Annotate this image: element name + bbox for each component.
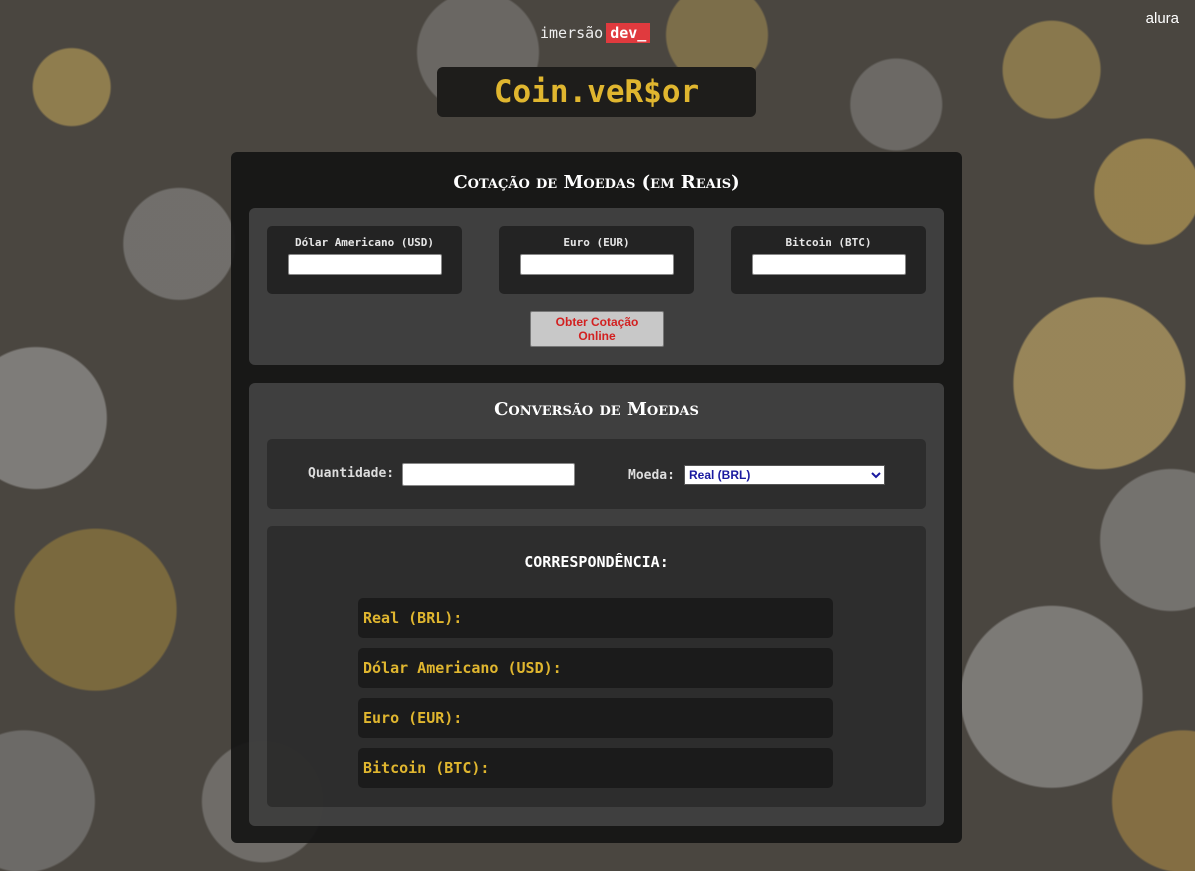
eur-rate-label: Euro (EUR)	[563, 236, 630, 249]
conversion-heading: Conversão de Moedas	[494, 399, 699, 420]
main-panel: Cotação de Moedas (em Reais) Dólar Ameri…	[231, 152, 962, 843]
quantity-input[interactable]	[402, 463, 575, 486]
eur-rate-card: Euro (EUR)	[499, 226, 694, 294]
imersao-text: imersão	[540, 24, 604, 42]
get-online-quote-button[interactable]: Obter Cotação Online	[530, 311, 664, 347]
quantity-label: Quantidade:	[308, 466, 395, 481]
result-eur: Euro (EUR):	[358, 698, 833, 738]
imersao-dev-logo: imersão dev_	[540, 23, 651, 43]
usd-rate-input[interactable]	[287, 254, 442, 275]
btc-rate-input[interactable]	[751, 254, 906, 275]
btc-rate-card: Bitcoin (BTC)	[731, 226, 926, 294]
currency-label: Moeda:	[628, 468, 675, 483]
dev-badge: dev_	[606, 23, 651, 43]
app-title: Coin.veR$or	[493, 74, 700, 110]
conversion-section: Conversão de Moedas Quantidade: Moeda: R…	[249, 383, 944, 826]
conversion-inputs: Quantidade: Moeda: Real (BRL)	[267, 439, 926, 509]
rates-heading: Cotação de Moedas (em Reais)	[453, 172, 740, 193]
currency-select[interactable]: Real (BRL)	[684, 465, 885, 485]
usd-rate-card: Dólar Americano (USD)	[267, 226, 462, 294]
correspondence-heading: CORRESPONDÊNCIA:	[524, 553, 669, 571]
usd-rate-label: Dólar Americano (USD)	[294, 236, 435, 249]
result-usd: Dólar Americano (USD):	[358, 648, 833, 688]
eur-rate-input[interactable]	[519, 254, 674, 275]
correspondence-area: CORRESPONDÊNCIA: Real (BRL): Dólar Ameri…	[267, 526, 926, 807]
alura-logo: alura	[1145, 10, 1179, 27]
btc-rate-label: Bitcoin (BTC)	[785, 236, 872, 249]
result-brl: Real (BRL):	[358, 598, 833, 638]
result-btc: Bitcoin (BTC):	[358, 748, 833, 788]
rates-section: Dólar Americano (USD) Euro (EUR) Bitcoin…	[249, 208, 944, 365]
app-title-box: Coin.veR$or	[437, 67, 756, 117]
